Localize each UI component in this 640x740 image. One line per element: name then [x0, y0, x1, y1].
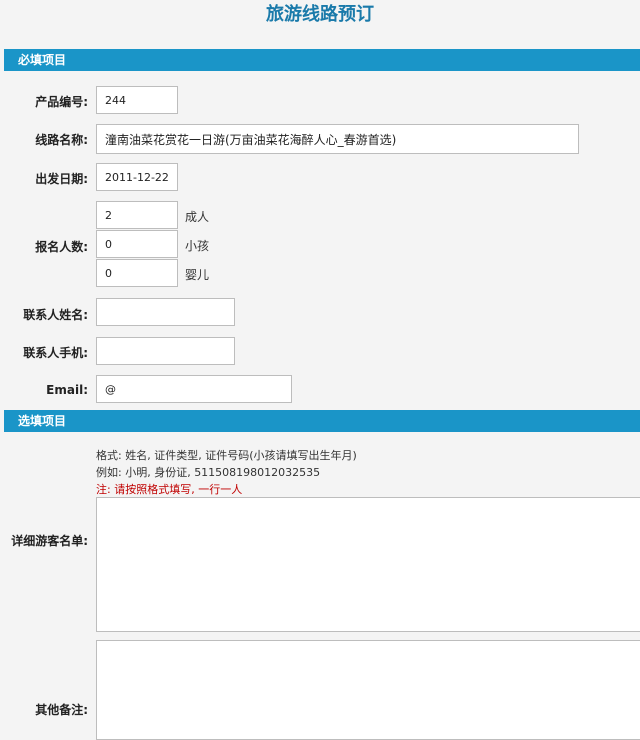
- adult-count-input[interactable]: [96, 201, 178, 229]
- infant-unit: 婴儿: [185, 268, 210, 282]
- remarks-textarea[interactable]: [96, 640, 640, 740]
- remarks-label: 其他备注:: [35, 703, 88, 717]
- product-no-input[interactable]: [96, 86, 178, 114]
- child-count-input[interactable]: [96, 230, 178, 258]
- adult-unit: 成人: [185, 210, 210, 224]
- depart-date-input[interactable]: [96, 163, 178, 191]
- contact-phone-input[interactable]: [96, 337, 235, 365]
- contact-name-label: 联系人姓名:: [23, 308, 88, 322]
- child-unit: 小孩: [185, 239, 210, 253]
- email-input[interactable]: [96, 375, 292, 403]
- infant-count-input[interactable]: [96, 259, 178, 287]
- section-optional-header: 选填项目: [4, 410, 640, 432]
- guest-note-hint: 注: 请按照格式填写, 一行一人: [96, 483, 243, 496]
- route-name-input[interactable]: [96, 124, 579, 154]
- page-title: 旅游线路预订: [266, 4, 374, 25]
- product-no-label: 产品编号:: [35, 95, 88, 109]
- depart-date-label: 出发日期:: [35, 172, 88, 186]
- route-name-label: 线路名称:: [35, 133, 88, 147]
- guest-list-label: 详细游客名单:: [11, 534, 88, 548]
- headcount-label: 报名人数:: [35, 240, 88, 254]
- guest-example-hint: 例如: 小明, 身份证, 511508198012032535: [96, 466, 321, 479]
- email-label: Email:: [46, 383, 88, 397]
- contact-phone-label: 联系人手机:: [23, 346, 88, 360]
- section-required-header: 必填项目: [4, 49, 640, 71]
- guest-list-textarea[interactable]: [96, 497, 640, 632]
- contact-name-input[interactable]: [96, 298, 235, 326]
- guest-format-hint: 格式: 姓名, 证件类型, 证件号码(小孩请填写出生年月): [96, 449, 357, 462]
